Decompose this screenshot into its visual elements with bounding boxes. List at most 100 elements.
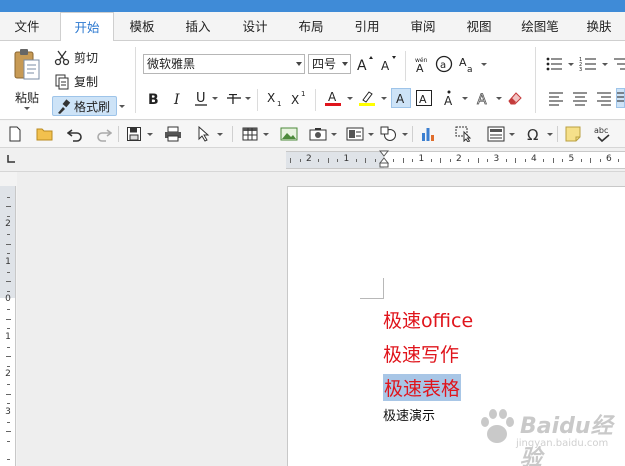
vertical-ruler[interactable]: 2 1 0 1 2 3 — [0, 186, 16, 466]
ruler-tick — [393, 158, 395, 162]
tab-home[interactable]: 开始 — [60, 12, 114, 42]
tab-references[interactable]: 引用 — [343, 12, 391, 41]
text-effect-dropdown-icon[interactable] — [496, 97, 502, 100]
insert-chart-button[interactable] — [418, 124, 438, 144]
numbered-list-button[interactable]: 123 — [578, 54, 598, 74]
paw-logo-icon — [481, 409, 514, 443]
italic-button[interactable]: I — [167, 88, 187, 108]
change-case-button[interactable]: Aa — [457, 54, 477, 74]
underline-button[interactable]: U — [191, 88, 211, 108]
insert-object-button[interactable] — [454, 124, 474, 144]
bullet-list-dropdown-icon[interactable] — [568, 63, 574, 66]
change-case-dropdown-icon[interactable] — [481, 63, 487, 66]
font-color-dropdown-icon[interactable] — [347, 97, 353, 100]
cut-button[interactable]: 剪切 — [54, 48, 114, 68]
character-border-button[interactable]: A — [414, 88, 434, 108]
shrink-font-button[interactable]: A — [378, 54, 398, 74]
font-size-select[interactable]: 四号 — [308, 54, 351, 74]
tab-design[interactable]: 设计 — [231, 12, 279, 41]
paragraph-line[interactable]: 极速写作 — [383, 340, 459, 367]
highlight-button[interactable] — [357, 88, 377, 108]
strikethrough-dropdown-icon[interactable] — [245, 97, 251, 100]
tab-insert[interactable]: 插入 — [174, 12, 222, 41]
phonetic-guide-button[interactable]: wén A — [411, 54, 431, 74]
paste-dropdown-icon[interactable] — [24, 107, 30, 110]
insert-picture-button[interactable] — [279, 124, 299, 144]
paragraph-line[interactable]: 极速演示 — [383, 405, 435, 424]
font-name-select[interactable]: 微软雅黑 — [143, 54, 305, 74]
numbered-list-icon: 123 — [579, 57, 596, 73]
grow-font-button[interactable]: A — [355, 54, 375, 74]
selected-paragraph-line[interactable]: 极速表格 — [383, 374, 462, 401]
enclose-character-button[interactable]: a — [434, 54, 454, 74]
justify-button[interactable] — [616, 88, 625, 108]
print-button[interactable] — [163, 124, 183, 144]
insert-symbol-button[interactable]: Ω — [524, 124, 544, 144]
font-color-button[interactable]: A — [323, 88, 343, 108]
align-right-button[interactable] — [594, 88, 614, 108]
redo-button[interactable] — [94, 124, 114, 144]
screenshot-dropdown-icon[interactable] — [331, 133, 337, 136]
table-dropdown-icon[interactable] — [263, 133, 269, 136]
subscript-button[interactable]: X1 — [265, 88, 285, 108]
clear-format-button[interactable] — [505, 88, 525, 108]
insert-table-button[interactable] — [240, 124, 260, 144]
ruler-tick — [290, 157, 292, 163]
text-effect-icon: A — [477, 92, 488, 107]
text-effect-button[interactable]: A — [473, 88, 493, 108]
tab-stop-selector-icon[interactable] — [5, 153, 17, 165]
insert-textbox-button[interactable] — [345, 124, 365, 144]
format-painter-button[interactable]: 格式刷 — [52, 96, 117, 116]
svg-text:1: 1 — [277, 100, 281, 107]
ruler-number: 2 — [5, 219, 11, 229]
bullet-list-button[interactable] — [544, 54, 564, 74]
format-painter-dropdown-icon[interactable] — [119, 105, 125, 108]
select-objects-button[interactable] — [194, 124, 214, 144]
tab-review[interactable]: 审阅 — [399, 12, 447, 41]
textbox-dropdown-icon[interactable] — [368, 133, 374, 136]
character-shading-button[interactable]: A — [391, 88, 411, 108]
tab-layout[interactable]: 布局 — [287, 12, 335, 41]
tab-skin[interactable]: 换肤 — [575, 12, 623, 41]
tab-template[interactable]: 模板 — [118, 12, 166, 41]
shapes-icon — [380, 126, 396, 141]
ruler-tick — [337, 158, 339, 162]
indent-marker-icon[interactable] — [379, 150, 389, 168]
open-folder-button[interactable] — [35, 124, 55, 144]
tab-view[interactable]: 视图 — [455, 12, 503, 41]
superscript-button[interactable]: X1 — [289, 88, 309, 108]
camera-icon — [309, 128, 327, 141]
select-dropdown-icon[interactable] — [217, 133, 223, 136]
paragraph-line[interactable]: 极速office — [383, 306, 473, 333]
ruler-tick — [6, 215, 10, 217]
text-spacing-button[interactable]: A — [439, 88, 459, 108]
svg-text:T: T — [228, 93, 237, 106]
screenshot-button[interactable] — [308, 124, 328, 144]
insert-shape-button[interactable] — [379, 124, 399, 144]
align-center-button[interactable] — [570, 88, 590, 108]
highlighter-icon — [359, 91, 375, 106]
underline-dropdown-icon[interactable] — [212, 97, 218, 100]
insert-note-button[interactable] — [563, 124, 583, 144]
save-dropdown-icon[interactable] — [147, 133, 153, 136]
text-spacing-dropdown-icon[interactable] — [462, 97, 468, 100]
spell-check-button[interactable]: abc — [594, 124, 614, 144]
insert-header-footer-button[interactable] — [486, 124, 506, 144]
undo-button[interactable] — [65, 124, 85, 144]
align-left-button[interactable] — [546, 88, 566, 108]
symbol-dropdown-icon[interactable] — [547, 133, 553, 136]
multilevel-list-button[interactable] — [610, 54, 625, 74]
bold-button[interactable]: B — [143, 88, 163, 108]
numbered-list-dropdown-icon[interactable] — [602, 63, 608, 66]
save-button[interactable] — [124, 124, 144, 144]
shape-dropdown-icon[interactable] — [402, 133, 408, 136]
new-document-button[interactable] — [5, 124, 25, 144]
tab-file[interactable]: 文件 — [4, 12, 50, 41]
tab-draw-pen[interactable]: 绘图笔 — [511, 12, 569, 41]
highlight-dropdown-icon[interactable] — [381, 97, 387, 100]
header-footer-dropdown-icon[interactable] — [509, 133, 515, 136]
strikethrough-button[interactable]: T — [224, 88, 244, 108]
copy-button[interactable]: 复制 — [54, 72, 114, 92]
horizontal-ruler[interactable]: 2 1 1 2 3 4 5 6 — [286, 150, 625, 169]
paste-button[interactable]: 粘贴 — [8, 47, 46, 113]
